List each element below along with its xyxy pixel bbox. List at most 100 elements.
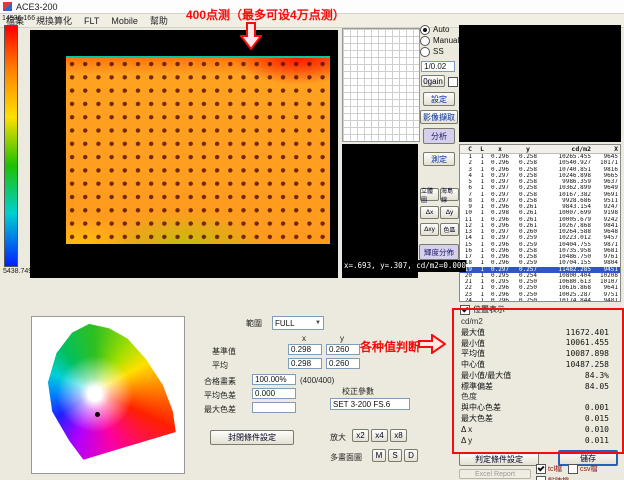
excel-report-button[interactable]: Excel Report bbox=[459, 469, 531, 479]
x-header: x bbox=[302, 334, 306, 343]
range-select[interactable]: FULL ▼ bbox=[272, 316, 324, 330]
calibration-value: SET 3-200 FS.6 bbox=[330, 398, 410, 410]
multi-view-label: 多畫面圖 bbox=[330, 452, 362, 463]
radio-icon bbox=[420, 36, 430, 46]
closure-condition-button[interactable]: 封閉條件設定 bbox=[210, 430, 294, 445]
luminance-dist-button[interactable]: 輝度分佈 bbox=[419, 244, 459, 260]
image-capture-button[interactable]: 影像擷取 bbox=[420, 110, 458, 124]
stat-row: 最大值11672.401 bbox=[461, 327, 619, 338]
checkbox-icon bbox=[448, 77, 458, 87]
table-body: 110.2960.25810265.4559645210.2960.258105… bbox=[460, 154, 620, 302]
zoom-label: 放大 bbox=[330, 432, 346, 443]
cie-horseshoe[interactable] bbox=[38, 321, 180, 467]
radio-icon bbox=[420, 47, 430, 57]
export-checkbox[interactable]: csv檔 bbox=[568, 464, 598, 474]
annotation-judge-text: 各种值判断 bbox=[360, 338, 420, 355]
cursor-status-text: x=.693, y=.307, cd/m2=0.000 bbox=[342, 260, 466, 272]
menu-item-flt[interactable]: FLT bbox=[84, 16, 99, 26]
menu-item-algorithm[interactable]: 規換算化 bbox=[36, 14, 72, 27]
cie-diagram-panel bbox=[31, 316, 185, 474]
luminance-colorbar bbox=[4, 25, 18, 267]
radio-label: Manual bbox=[433, 36, 459, 45]
stat-row: 標準偏差84.05 bbox=[461, 381, 619, 392]
zoom-x2-button[interactable]: x2 bbox=[352, 429, 369, 442]
analyze-button[interactable]: 分析 bbox=[423, 128, 455, 144]
measure-button[interactable]: 測定 bbox=[423, 152, 455, 166]
pass-percent-value: 100.00% bbox=[252, 374, 296, 385]
measurement-table: C L x y cd/m2 X 110.2960.25810265.455964… bbox=[459, 144, 621, 302]
judge-condition-button[interactable]: 判定條件設定 bbox=[459, 452, 539, 466]
gain-button[interactable]: 0gain bbox=[421, 75, 445, 87]
luminance-map[interactable] bbox=[66, 56, 330, 244]
checkbox-label: 點陣檔 bbox=[548, 476, 569, 480]
checkbox-icon bbox=[536, 476, 546, 480]
reference-x-value: 0.298 bbox=[288, 344, 322, 355]
stat-value: 0.015 bbox=[539, 414, 619, 423]
stat-section-header: 色度 bbox=[461, 392, 619, 403]
chromaticity-point-marker bbox=[95, 412, 100, 417]
secondary-black-panel bbox=[342, 144, 418, 278]
range-label: 範圍 bbox=[246, 318, 262, 329]
export-row: 點陣檔 bbox=[536, 476, 598, 480]
col-header: cd/m2 bbox=[542, 145, 594, 153]
stat-value: 11672.401 bbox=[539, 328, 619, 337]
max-color-diff-label: 最大色差 bbox=[204, 404, 236, 415]
multi-s-button[interactable]: S bbox=[388, 449, 402, 462]
checkbox-icon bbox=[536, 464, 546, 474]
annotation-right-arrow-icon bbox=[418, 334, 446, 359]
average-y-value: 0.260 bbox=[326, 358, 360, 369]
delta-xy-button[interactable]: Δxy bbox=[420, 223, 439, 236]
capture-controls: Auto Manual SS bbox=[420, 24, 458, 57]
stat-value: 0.010 bbox=[539, 425, 619, 434]
stat-label: 中心值 bbox=[461, 359, 539, 370]
table-row[interactable]: 2410.2960.25010174.8449481 bbox=[460, 298, 620, 302]
table-header: C L x y cd/m2 X bbox=[460, 145, 620, 154]
reference-label: 基準值 bbox=[212, 346, 236, 357]
exposure-value: 1/0.02 bbox=[421, 61, 455, 72]
solid-view-button[interactable]: 立體圖 bbox=[420, 188, 439, 201]
stat-row: 最小值10061.455 bbox=[461, 338, 619, 349]
table-cell: 1 bbox=[474, 298, 486, 302]
checkbox-label: tcl檔 bbox=[548, 464, 562, 474]
max-color-diff-value bbox=[252, 402, 296, 413]
checkbox-label: 位置表示 bbox=[473, 304, 505, 315]
average-label: 平均 bbox=[212, 360, 228, 371]
multi-d-button[interactable]: D bbox=[404, 449, 418, 462]
col-header: L bbox=[474, 145, 486, 153]
stat-value: 0.001 bbox=[539, 403, 619, 412]
export-checkbox[interactable]: tcl檔 bbox=[536, 464, 562, 474]
settings-button[interactable]: 設定 bbox=[423, 92, 455, 106]
stat-label: 平均值 bbox=[461, 348, 539, 359]
window-title: ACE3-200 bbox=[16, 2, 58, 12]
luminance-map-panel bbox=[30, 30, 338, 278]
stat-value: 84.3% bbox=[539, 371, 619, 380]
export-row: tcl檔 csv檔 bbox=[536, 464, 598, 474]
zoom-x8-button[interactable]: x8 bbox=[390, 429, 407, 442]
stat-row: 最大色差0.015 bbox=[461, 413, 619, 424]
multi-m-button[interactable]: M bbox=[372, 449, 386, 462]
delta-x-button[interactable]: Δx bbox=[420, 206, 439, 219]
contour-view-button[interactable]: 海島線 bbox=[440, 188, 459, 201]
mode-radio-ss[interactable]: SS bbox=[420, 46, 458, 57]
stat-row: 最小值/最大值84.3% bbox=[461, 370, 619, 381]
col-header: y bbox=[514, 145, 542, 153]
color-zone-button[interactable]: 色區 bbox=[440, 223, 459, 236]
pass-pixels-label: 合格畫素 bbox=[204, 376, 236, 387]
avg-color-diff-label: 平均色差 bbox=[204, 390, 236, 401]
placement-grid[interactable] bbox=[342, 28, 420, 142]
stat-value: 0.011 bbox=[539, 436, 619, 445]
col-header: x bbox=[486, 145, 514, 153]
export-checkbox[interactable]: 點陣檔 bbox=[536, 476, 569, 480]
stat-row: Δ y0.011 bbox=[461, 435, 619, 446]
mode-radio-manual[interactable]: Manual bbox=[420, 35, 458, 46]
stats-list: cd/m2最大值11672.401最小值10061.455平均值10087.89… bbox=[461, 316, 619, 446]
menu-item-help[interactable]: 幫助 bbox=[150, 14, 168, 27]
reference-y-value: 0.260 bbox=[326, 344, 360, 355]
stat-row: 中心值10487.258 bbox=[461, 359, 619, 370]
menu-item-mobile[interactable]: Mobile bbox=[111, 16, 138, 26]
zoom-x4-button[interactable]: x4 bbox=[371, 429, 388, 442]
mode-radio-auto[interactable]: Auto bbox=[420, 24, 458, 35]
delta-y-button[interactable]: Δy bbox=[440, 206, 459, 219]
colorbar-min-label: 5438.749 bbox=[3, 268, 32, 275]
position-display-checkbox[interactable]: 位置表示 bbox=[460, 304, 505, 315]
